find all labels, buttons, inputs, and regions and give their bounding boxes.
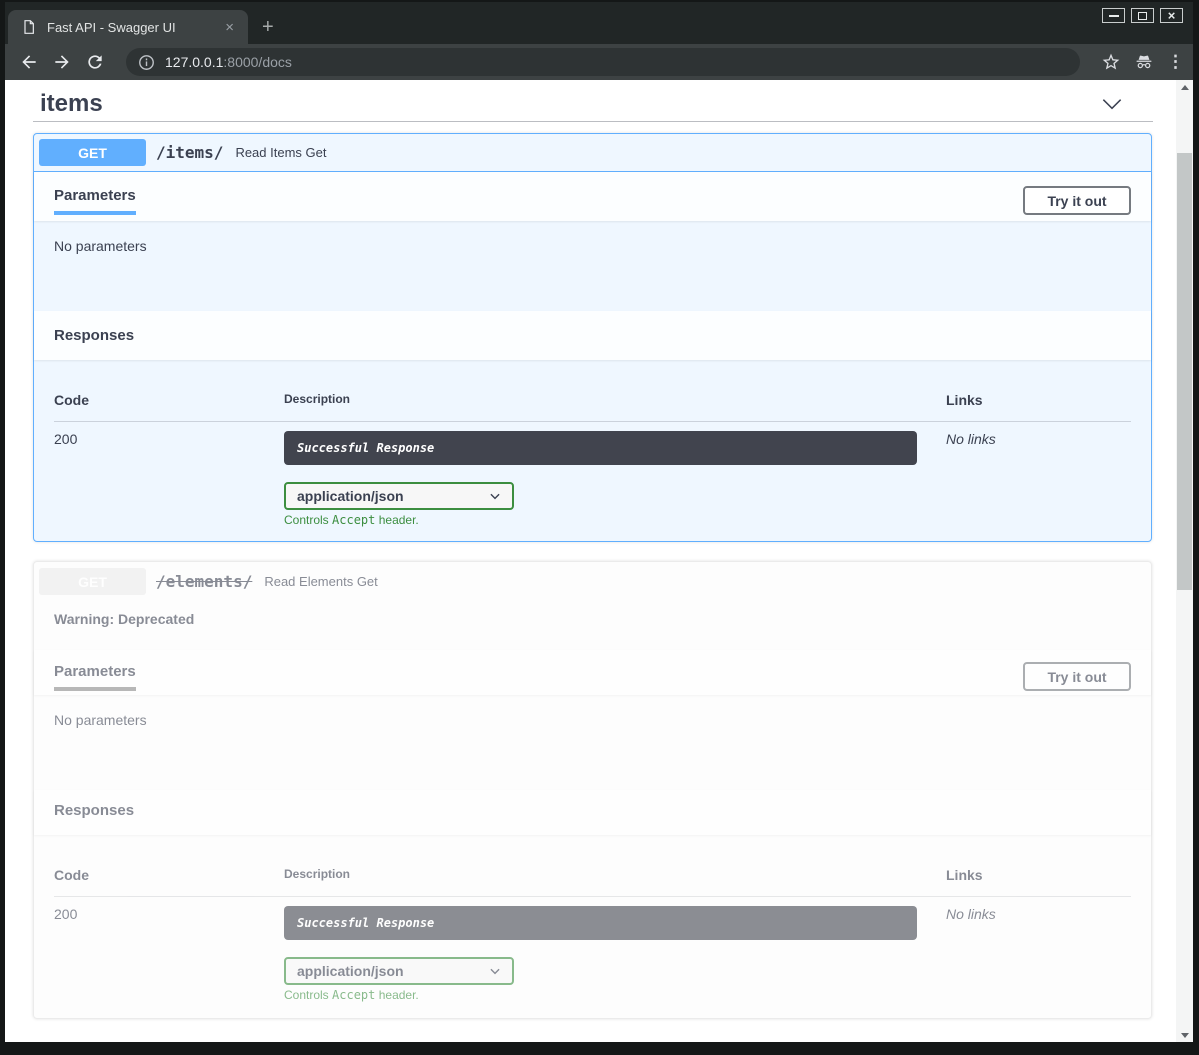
responses-table: Code Description Links 200 Successful Re… — [34, 835, 1151, 1018]
maximize-icon — [1138, 12, 1147, 20]
no-links-text: No links — [946, 906, 1131, 1002]
parameters-header: Parameters Try it out — [34, 172, 1151, 221]
bookmark-star-icon[interactable] — [1101, 52, 1121, 72]
method-badge: GET — [39, 139, 146, 166]
no-parameters-text: No parameters — [34, 695, 1151, 790]
column-header-description: Description — [284, 392, 946, 408]
tab-parameters[interactable]: Parameters — [54, 187, 136, 215]
response-row: 200 Successful Response application/json… — [54, 422, 1131, 527]
column-header-description: Description — [284, 867, 946, 883]
endpoint-description: Read Elements Get — [264, 574, 377, 589]
swagger-page: items GET /items/ Read Items Get Paramet… — [5, 80, 1176, 1042]
responses-table: Code Description Links 200 Successful Re… — [34, 360, 1151, 541]
deprecated-warning: Warning: Deprecated — [34, 601, 1151, 650]
media-type-select[interactable]: application/json — [284, 957, 514, 985]
tab-strip: Fast API - Swagger UI × + × — [5, 2, 1193, 44]
browser-window: Fast API - Swagger UI × + × 127.0.0.1:80… — [0, 0, 1199, 1055]
chevron-down-icon[interactable] — [1099, 91, 1125, 117]
tag-title: items — [40, 90, 103, 118]
browser-tab[interactable]: Fast API - Swagger UI × — [8, 10, 248, 44]
try-it-out-button[interactable]: Try it out — [1023, 662, 1131, 691]
endpoint-path: /elements/ — [156, 572, 252, 591]
endpoint-path: /items/ — [156, 143, 223, 162]
forward-icon[interactable] — [52, 52, 72, 72]
address-bar[interactable]: 127.0.0.1:8000/docs — [126, 48, 1080, 76]
endpoint-description: Read Items Get — [235, 145, 326, 160]
endpoint-summary[interactable]: GET /items/ Read Items Get — [34, 134, 1151, 172]
tag-section-header[interactable]: items — [33, 87, 1153, 122]
tab-title: Fast API - Swagger UI — [47, 20, 221, 35]
no-links-text: No links — [946, 431, 1131, 527]
response-description-box: Successful Response — [284, 906, 917, 940]
responses-heading: Responses — [54, 802, 134, 819]
status-code: 200 — [54, 906, 284, 1002]
maximize-button[interactable] — [1131, 8, 1154, 23]
no-parameters-text: No parameters — [34, 221, 1151, 311]
scroll-down-arrow[interactable] — [1176, 1028, 1193, 1042]
reload-icon[interactable] — [85, 52, 105, 72]
media-type-value: application/json — [297, 488, 404, 504]
back-icon[interactable] — [19, 52, 39, 72]
endpoint-get-items: GET /items/ Read Items Get Parameters Tr… — [33, 133, 1152, 542]
new-tab-button[interactable]: + — [262, 17, 274, 37]
minimize-button[interactable] — [1102, 8, 1125, 23]
url-path: :8000/docs — [223, 54, 292, 70]
tab-parameters[interactable]: Parameters — [54, 663, 136, 691]
window-controls: × — [1102, 8, 1183, 23]
responses-header: Responses — [34, 311, 1151, 360]
try-it-out-button[interactable]: Try it out — [1023, 186, 1131, 215]
select-chevron-icon — [488, 964, 502, 978]
scroll-up-arrow[interactable] — [1176, 80, 1193, 94]
column-header-code: Code — [54, 867, 284, 883]
close-button[interactable]: × — [1160, 8, 1183, 23]
responses-header: Responses — [34, 790, 1151, 835]
info-icon[interactable] — [138, 54, 155, 71]
page-content: items GET /items/ Read Items Get Paramet… — [5, 80, 1193, 1042]
select-chevron-icon — [488, 489, 502, 503]
scrollbar-track[interactable] — [1176, 94, 1193, 1028]
response-row: 200 Successful Response application/json — [54, 897, 1131, 1002]
parameters-header: Parameters Try it out — [34, 650, 1151, 695]
endpoint-get-elements-deprecated: GET /elements/ Read Elements Get Warning… — [33, 561, 1152, 1019]
menu-icon[interactable]: ⋮ — [1167, 52, 1179, 72]
browser-toolbar: 127.0.0.1:8000/docs ⋮ — [5, 44, 1193, 80]
endpoint-summary[interactable]: GET /elements/ Read Elements Get — [34, 562, 1151, 601]
accept-header-note: Controls Accept header. — [284, 513, 946, 527]
scrollbar[interactable] — [1176, 80, 1193, 1042]
method-badge: GET — [39, 568, 146, 595]
media-type-select[interactable]: application/json — [284, 482, 514, 510]
tab-close-icon[interactable]: × — [221, 20, 238, 35]
url-host: 127.0.0.1 — [165, 54, 223, 70]
accept-header-note: Controls Accept header. — [284, 988, 946, 1002]
close-icon: × — [1168, 9, 1176, 22]
responses-heading: Responses — [54, 327, 134, 344]
column-header-links: Links — [946, 392, 1131, 408]
column-header-links: Links — [946, 867, 1131, 883]
column-header-code: Code — [54, 392, 284, 408]
status-code: 200 — [54, 431, 284, 527]
media-type-value: application/json — [297, 963, 404, 979]
scrollbar-thumb[interactable] — [1177, 153, 1192, 590]
document-icon — [21, 19, 37, 35]
incognito-icon[interactable] — [1134, 52, 1154, 72]
minimize-icon — [1109, 15, 1119, 17]
response-description-box: Successful Response — [284, 431, 917, 465]
